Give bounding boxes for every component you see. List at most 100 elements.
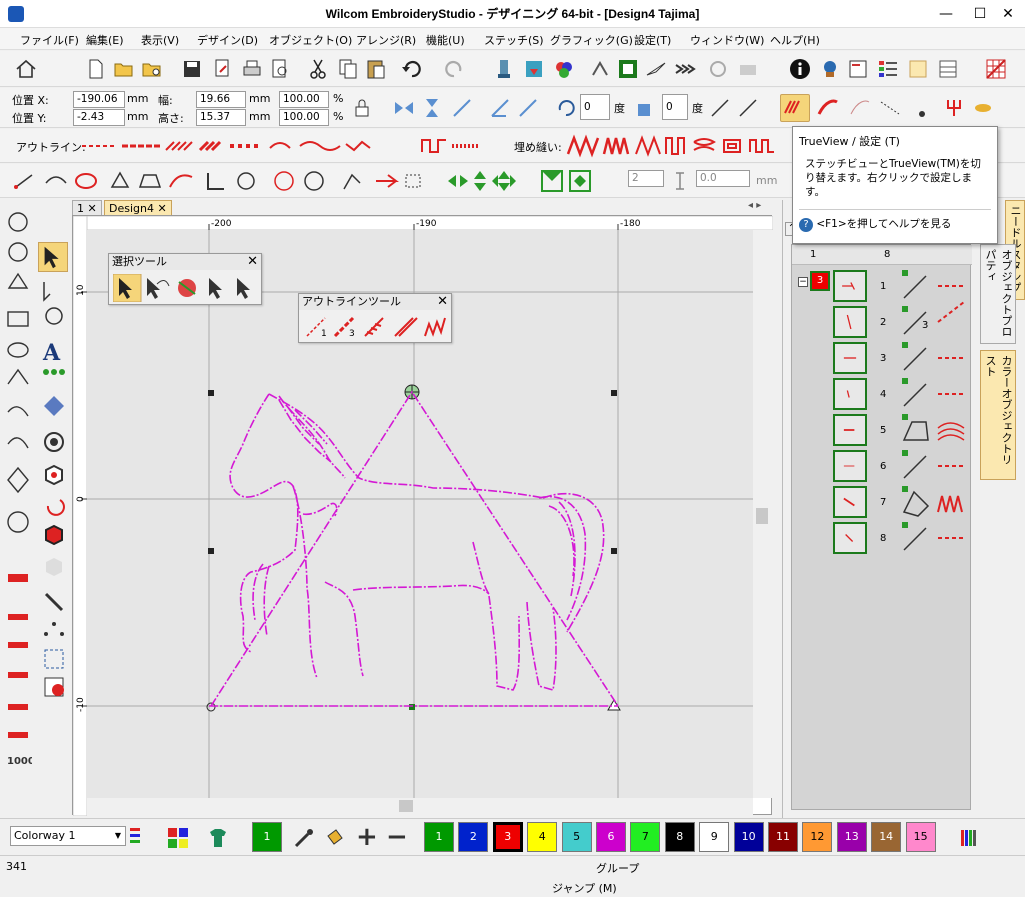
menu-stitch[interactable]: ステッチ(S) (484, 32, 544, 48)
remove-color-icon[interactable]: − (386, 822, 408, 852)
info-icon[interactable] (788, 57, 812, 81)
scale-width-field[interactable]: 100.00 (279, 91, 329, 108)
outline-stitch-types[interactable] (80, 134, 380, 158)
reshape-tools[interactable] (204, 169, 270, 193)
tab-object-properties[interactable]: オブジェクトプロパティ (980, 244, 1016, 344)
select-tool-buttons[interactable] (112, 273, 259, 303)
needle-points-icon[interactable] (910, 96, 934, 120)
notes-icon[interactable] (846, 57, 870, 81)
color-swatch[interactable]: 1 (424, 822, 454, 852)
trident-icon[interactable] (942, 96, 966, 120)
color-palette-icon[interactable] (876, 57, 900, 81)
digitize-tools[interactable] (12, 169, 102, 193)
thread-chart-icon[interactable] (522, 57, 546, 81)
shirt-icon[interactable] (206, 826, 230, 850)
stitch-angle-icon[interactable] (708, 96, 732, 120)
tab-1[interactable]: 1 ✕ (72, 200, 102, 216)
color-swatch[interactable]: 3 (492, 822, 523, 852)
color-swatch[interactable]: 12 (802, 822, 833, 852)
menu-edit[interactable]: 編集(E) (86, 32, 124, 48)
object-row[interactable] (833, 450, 867, 482)
eyedropper-icon[interactable] (292, 826, 316, 850)
menu-arrange[interactable]: アレンジ(R) (356, 32, 416, 48)
color-blend-icon[interactable] (552, 57, 576, 81)
home-icon[interactable] (14, 57, 38, 81)
grid-list-icon[interactable] (936, 57, 960, 81)
open-design-icon[interactable] (140, 57, 164, 81)
color-swatch[interactable]: 11 (768, 822, 798, 852)
object-row[interactable] (833, 414, 867, 446)
motif-stitch-icon[interactable] (420, 134, 480, 158)
menu-function[interactable]: 機能(U) (426, 32, 465, 48)
paint-bucket-icon[interactable] (322, 826, 346, 850)
menu-view[interactable]: 表示(V) (141, 32, 179, 48)
menu-settings[interactable]: 設定(T) (634, 32, 671, 48)
color-swatch[interactable]: 8 (664, 822, 695, 852)
mirror-vertical-icon[interactable] (420, 96, 444, 120)
open-folder-icon[interactable] (112, 57, 136, 81)
menu-file[interactable]: ファイル(F) (20, 32, 79, 48)
scale-height-field[interactable]: 100.00 (279, 109, 329, 126)
object-row[interactable] (833, 342, 867, 374)
spacing-field[interactable]: 0.0 (696, 170, 750, 187)
thread-chart-icon[interactable] (958, 826, 982, 850)
travel-icon[interactable] (644, 57, 668, 81)
color-swatch[interactable]: 7 (630, 822, 661, 852)
outline-tool-buttons[interactable]: 1 3 (303, 314, 449, 340)
width-field[interactable]: 19.66 (196, 91, 246, 108)
tab-close-icon[interactable]: ✕ (88, 202, 97, 215)
redo-icon[interactable] (442, 57, 466, 81)
add-color-icon[interactable]: + (356, 822, 378, 852)
tab-scroll-arrows[interactable]: ◂ ▸ (748, 200, 761, 211)
trueview-toggle-icon[interactable] (780, 94, 810, 122)
object-row[interactable] (833, 270, 867, 302)
skew-alt-icon[interactable] (516, 96, 540, 120)
color-tools-icon[interactable] (492, 57, 516, 81)
undo-icon[interactable] (400, 57, 424, 81)
properties-icon[interactable] (906, 57, 930, 81)
mirror-diagonal-icon[interactable] (450, 96, 474, 120)
distribute-tools[interactable] (540, 169, 626, 193)
select-tool-icon[interactable] (38, 242, 68, 272)
menu-graphic[interactable]: グラフィック(G) (550, 32, 633, 48)
lock-proportion-icon[interactable] (350, 96, 374, 120)
satin-fill-icon[interactable] (816, 96, 840, 120)
color-swatch[interactable]: 10 (733, 822, 764, 852)
collapse-toggle[interactable]: − (798, 277, 808, 287)
object-row[interactable] (833, 486, 867, 518)
rotate-angle-field[interactable]: 0 (580, 94, 610, 120)
color-swatch[interactable]: 15 (905, 822, 936, 852)
tab-design4[interactable]: Design4 ✕ (104, 200, 172, 216)
skew-icon[interactable] (488, 96, 512, 120)
current-color-swatch[interactable]: 1 (252, 822, 282, 852)
save-icon[interactable] (180, 57, 204, 81)
copy-icon[interactable] (336, 57, 360, 81)
mirror-horizontal-icon[interactable] (392, 96, 416, 120)
tab-close-icon[interactable]: ✕ (157, 202, 166, 215)
fast-forward-icon[interactable] (674, 57, 698, 81)
color-block[interactable]: 3 (810, 271, 830, 291)
position-y-field[interactable]: -2.43 (73, 109, 125, 126)
color-swatch[interactable]: 2 (458, 822, 489, 852)
color-swatch[interactable]: 5 (561, 822, 592, 852)
stitch-angle-alt-icon[interactable] (736, 96, 760, 120)
trueview-icon[interactable] (616, 57, 640, 81)
spacing-icon[interactable] (668, 169, 692, 193)
object-row[interactable] (833, 306, 867, 338)
color-grid-icon[interactable] (166, 826, 190, 850)
menu-help[interactable]: ヘルプ(H) (770, 32, 820, 48)
color-swatch[interactable]: 14 (871, 822, 902, 852)
close-icon[interactable]: ✕ (437, 294, 448, 309)
fish-icon[interactable] (972, 96, 996, 120)
colorway-bars-icon[interactable] (130, 826, 140, 846)
star-tools[interactable] (272, 169, 332, 193)
rotate-icon[interactable] (554, 96, 578, 120)
outline-shape-icon[interactable] (848, 96, 872, 120)
hoop-icon[interactable] (588, 57, 612, 81)
menu-object[interactable]: オブジェクト(O) (269, 32, 352, 48)
colorway-select[interactable]: Colorway 1 ▼ (10, 826, 126, 846)
color-swatch[interactable]: 6 (596, 822, 626, 852)
color-swatch[interactable]: 13 (836, 822, 867, 852)
cut-tools[interactable] (340, 169, 430, 193)
cut-icon[interactable] (306, 57, 330, 81)
